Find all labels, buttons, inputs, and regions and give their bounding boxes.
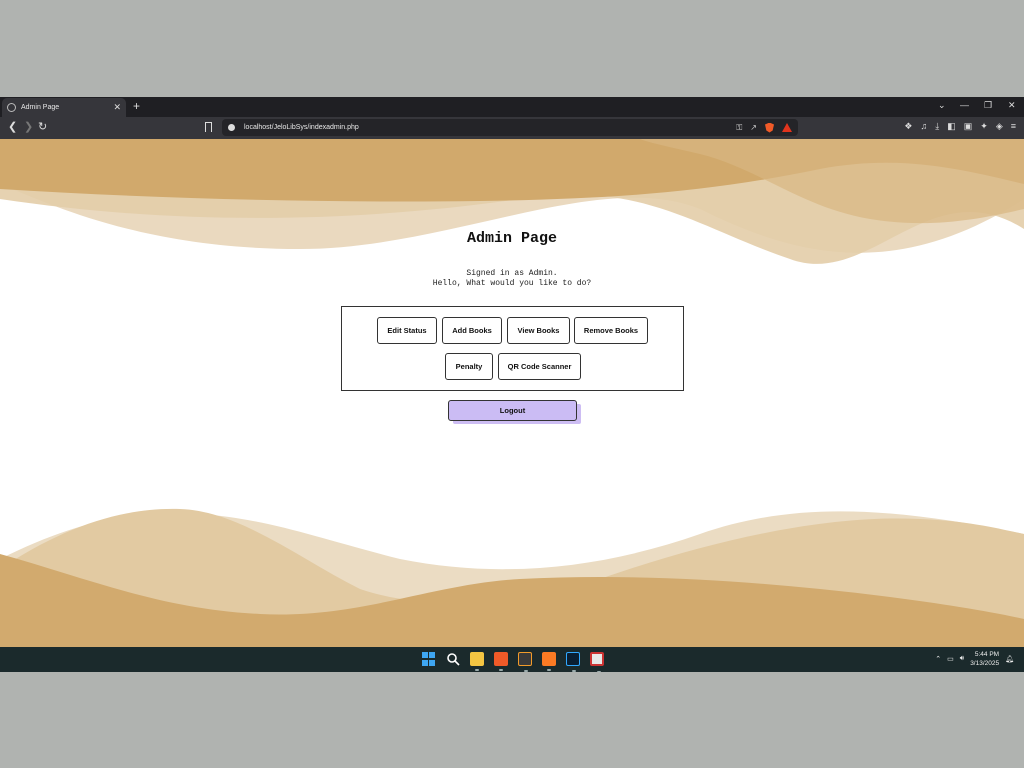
view-books-button[interactable]: View Books	[507, 317, 570, 344]
admin-content: Admin Page Signed in as Admin. Hello, Wh…	[0, 139, 1024, 647]
edit-status-button[interactable]: Edit Status	[377, 317, 437, 344]
file-explorer-icon[interactable]	[470, 652, 484, 671]
volume-icon[interactable]: 🔊︎	[960, 655, 964, 663]
greeting-text: Signed in as Admin. Hello, What would yo…	[0, 269, 1024, 289]
back-button[interactable]: ❮	[8, 120, 17, 133]
greeting-question: Hello, What would you like to do?	[432, 279, 592, 288]
leo-ai-icon[interactable]: ✦	[980, 121, 988, 132]
tab-strip: Admin Page ✕ + ⌄ — ❐ ✕	[0, 97, 1024, 117]
globe-icon	[7, 103, 16, 112]
tab-title: Admin Page	[21, 104, 60, 111]
close-tab-icon[interactable]: ✕	[113, 102, 121, 113]
tab-list-button[interactable]: ⌄	[938, 100, 946, 111]
vpn-icon[interactable]: ◈	[996, 121, 1003, 132]
new-tab-button[interactable]: +	[133, 99, 140, 113]
screen: Admin Page ✕ + ⌄ — ❐ ✕ ❮ ❯ ↻ localhost/J…	[0, 97, 1024, 672]
menu-icon[interactable]: ≡	[1011, 121, 1016, 132]
brave-shields-icon[interactable]	[765, 122, 774, 133]
url-text[interactable]: localhost/JeloLibSys/indexadmin.php	[244, 124, 736, 131]
extensions-icon[interactable]: ❖	[904, 121, 912, 132]
reload-button[interactable]: ↻	[38, 120, 47, 133]
minimize-button[interactable]: —	[960, 100, 969, 110]
search-icon[interactable]	[446, 652, 460, 666]
snipping-tool-icon[interactable]	[590, 652, 604, 672]
browser-tab[interactable]: Admin Page ✕	[2, 98, 126, 117]
forward-button[interactable]: ❯	[24, 120, 33, 133]
clock-time: 5:44 PM	[974, 651, 1000, 658]
close-window-button[interactable]: ✕	[1008, 100, 1016, 111]
actions-panel: Edit Status Add Books View Books Remove …	[341, 306, 684, 391]
notification-bell-icon[interactable]: 🔔︎	[1005, 655, 1014, 663]
sidebar-icon[interactable]: ◧	[947, 121, 956, 132]
maximize-button[interactable]: ❐	[984, 100, 992, 111]
brave-browser-icon[interactable]	[494, 652, 508, 671]
key-icon[interactable]: ⚿	[736, 123, 742, 133]
logout-button[interactable]: Logout	[448, 400, 577, 421]
penalty-button[interactable]: Penalty	[445, 353, 493, 380]
xampp-icon[interactable]	[542, 652, 556, 671]
download-icon[interactable]: ⤓	[935, 121, 939, 132]
bookmark-icon[interactable]	[205, 122, 212, 132]
browser-toolbar: ❮ ❯ ↻ localhost/JeloLibSys/indexadmin.ph…	[0, 117, 1024, 139]
address-bar[interactable]: localhost/JeloLibSys/indexadmin.php ⚿ ↗	[222, 119, 798, 136]
sublime-text-icon[interactable]	[518, 652, 532, 672]
site-info-icon[interactable]	[228, 124, 235, 131]
taskbar: ⌃ ▭ 🔊︎ 5:44 PM 3/13/2025 🔔︎	[0, 647, 1024, 672]
network-icon[interactable]: ▭	[947, 655, 954, 663]
clock[interactable]: 5:44 PM 3/13/2025	[970, 650, 999, 668]
qr-code-scanner-button[interactable]: QR Code Scanner	[498, 353, 581, 380]
add-books-button[interactable]: Add Books	[442, 317, 502, 344]
brave-rewards-icon[interactable]	[782, 123, 792, 132]
start-button[interactable]	[422, 652, 436, 666]
signed-in-status: Signed in as Admin.	[466, 269, 558, 278]
remove-books-button[interactable]: Remove Books	[574, 317, 648, 344]
photoshop-icon[interactable]	[566, 652, 580, 672]
logout-container: Logout	[448, 400, 582, 425]
clock-date: 3/13/2025	[970, 660, 1000, 667]
wallet-icon[interactable]: ▣	[964, 121, 973, 132]
share-icon[interactable]: ↗	[750, 123, 757, 132]
page-title: Admin Page	[466, 230, 557, 247]
page-viewport: Admin Page Signed in as Admin. Hello, Wh…	[0, 139, 1024, 647]
media-icon[interactable]: ♫	[921, 121, 928, 132]
chevron-up-icon[interactable]: ⌃	[935, 655, 941, 663]
